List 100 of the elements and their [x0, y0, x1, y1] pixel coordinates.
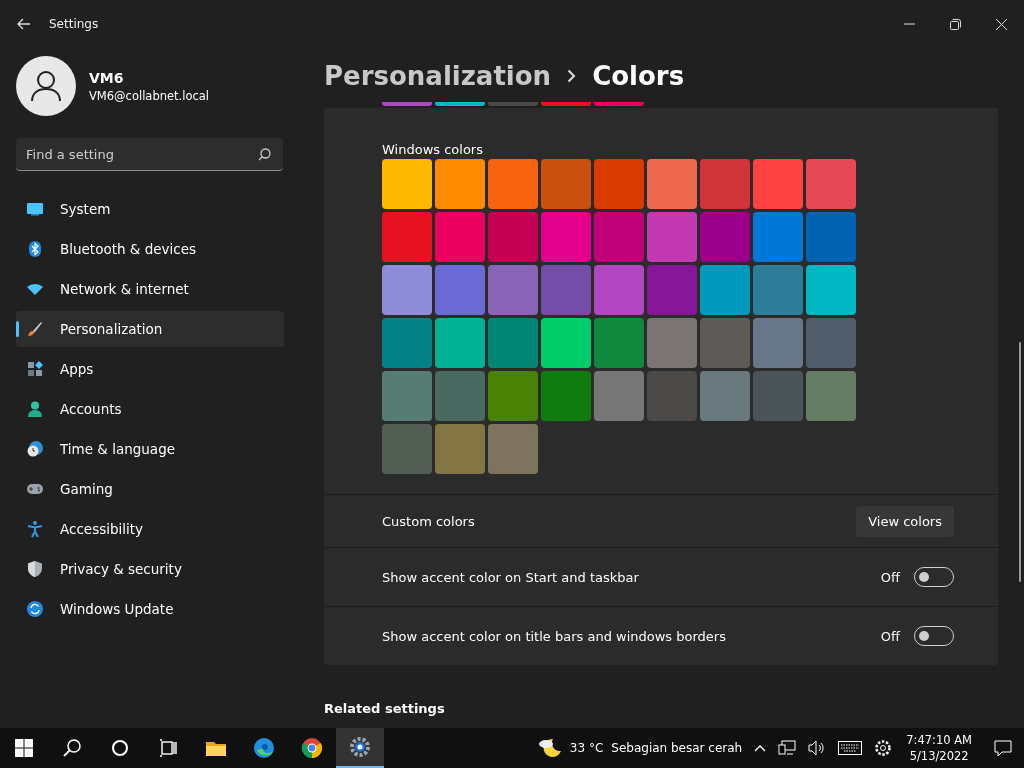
color-swatch[interactable] [647, 159, 697, 209]
nav-item[interactable]: Windows Update [16, 591, 284, 627]
close-icon[interactable] [996, 18, 1007, 30]
color-swatch[interactable] [700, 212, 750, 262]
color-swatch[interactable] [488, 424, 538, 474]
nav-item[interactable]: Apps [16, 351, 284, 387]
color-swatch[interactable] [488, 265, 538, 315]
back-icon[interactable] [17, 18, 31, 30]
color-swatch[interactable] [435, 318, 485, 368]
color-swatch[interactable] [382, 102, 432, 106]
color-swatch[interactable] [647, 371, 697, 421]
color-swatch[interactable] [753, 212, 803, 262]
color-swatch[interactable] [700, 265, 750, 315]
color-swatch[interactable] [541, 102, 591, 106]
color-swatch[interactable] [382, 212, 432, 262]
color-swatch[interactable] [594, 265, 644, 315]
color-swatch[interactable] [435, 212, 485, 262]
toggle-state: Off [880, 569, 900, 585]
nav-item[interactable]: Gaming [16, 471, 284, 507]
taskbar-button[interactable] [336, 728, 384, 768]
weather-temperature[interactable]: 33 °C [569, 741, 604, 755]
notification-icon[interactable] [994, 739, 1012, 757]
search-field[interactable]: Find a setting [16, 138, 283, 171]
color-swatch[interactable] [594, 212, 644, 262]
color-swatch[interactable] [541, 265, 591, 315]
gear-icon [349, 736, 371, 758]
color-swatch[interactable] [700, 159, 750, 209]
color-swatch[interactable] [435, 371, 485, 421]
color-swatch[interactable] [488, 212, 538, 262]
color-swatch[interactable] [382, 318, 432, 368]
color-swatch[interactable] [753, 159, 803, 209]
system-icon [26, 200, 44, 218]
section-heading: Related settings [324, 701, 446, 716]
window-title: Settings [49, 17, 99, 31]
keyboard-icon[interactable] [838, 741, 863, 755]
color-swatch[interactable] [753, 318, 803, 368]
weather-icon[interactable] [537, 737, 562, 759]
network-icon[interactable] [778, 740, 797, 756]
scrollbar[interactable] [1019, 342, 1021, 582]
color-swatch[interactable] [435, 265, 485, 315]
restore-icon[interactable] [950, 18, 961, 30]
color-swatch[interactable] [435, 159, 485, 209]
color-swatch[interactable] [435, 102, 485, 106]
color-swatch[interactable] [541, 318, 591, 368]
view-colors-button[interactable]: View colors [856, 505, 954, 537]
nav-item[interactable]: Network & internet [16, 271, 284, 307]
bluetooth-icon [26, 240, 44, 258]
color-swatch[interactable] [594, 318, 644, 368]
color-swatch[interactable] [488, 371, 538, 421]
color-swatch[interactable] [806, 159, 856, 209]
accounts-icon [26, 400, 44, 418]
browser-icon [253, 737, 275, 759]
browser-icon [301, 737, 323, 759]
nav-item[interactable]: Accessibility [16, 511, 284, 547]
brush-icon [26, 320, 44, 338]
color-swatch[interactable] [594, 102, 644, 106]
nav-item[interactable]: Personalization [16, 311, 284, 347]
nav-item[interactable]: System [16, 191, 284, 227]
color-swatch[interactable] [753, 371, 803, 421]
color-swatch[interactable] [700, 371, 750, 421]
nav-item[interactable]: Time & language [16, 431, 284, 467]
color-swatch[interactable] [700, 318, 750, 368]
color-swatch[interactable] [382, 371, 432, 421]
color-swatch[interactable] [647, 212, 697, 262]
nav-item[interactable]: Bluetooth & devices [16, 231, 284, 267]
nav-item[interactable]: Privacy & security [16, 551, 284, 587]
volume-icon[interactable] [808, 740, 827, 756]
clock-time[interactable]: 7:47:10 AM [906, 733, 972, 747]
search-icon[interactable] [258, 148, 271, 161]
accessibility-icon [26, 520, 44, 538]
color-swatch[interactable] [541, 159, 591, 209]
color-swatch[interactable] [806, 371, 856, 421]
chevron-up-icon[interactable] [754, 744, 767, 752]
color-swatch[interactable] [382, 265, 432, 315]
color-swatch[interactable] [488, 318, 538, 368]
color-swatch[interactable] [647, 318, 697, 368]
color-swatch[interactable] [806, 212, 856, 262]
color-swatch[interactable] [753, 265, 803, 315]
gear-icon[interactable] [874, 739, 893, 757]
color-swatch[interactable] [382, 424, 432, 474]
color-swatch[interactable] [806, 318, 856, 368]
nav-item[interactable]: Accounts [16, 391, 284, 427]
minimize-icon[interactable] [904, 23, 915, 25]
breadcrumb-parent[interactable]: Personalization [324, 61, 552, 91]
color-swatch[interactable] [594, 159, 644, 209]
color-swatch[interactable] [541, 212, 591, 262]
color-swatch[interactable] [541, 371, 591, 421]
clock-date[interactable]: 5/13/2022 [909, 749, 969, 763]
section-label: Windows colors [382, 142, 484, 157]
time-icon [26, 440, 44, 458]
color-swatch[interactable] [806, 265, 856, 315]
color-swatch[interactable] [594, 371, 644, 421]
color-swatch[interactable] [488, 159, 538, 209]
color-swatch[interactable] [435, 424, 485, 474]
weather-text[interactable]: Sebagian besar cerah [611, 741, 743, 755]
task-view-icon [157, 737, 179, 759]
color-swatch[interactable] [382, 159, 432, 209]
color-swatch[interactable] [647, 265, 697, 315]
circle-icon [109, 737, 131, 759]
color-swatch[interactable] [488, 102, 538, 106]
